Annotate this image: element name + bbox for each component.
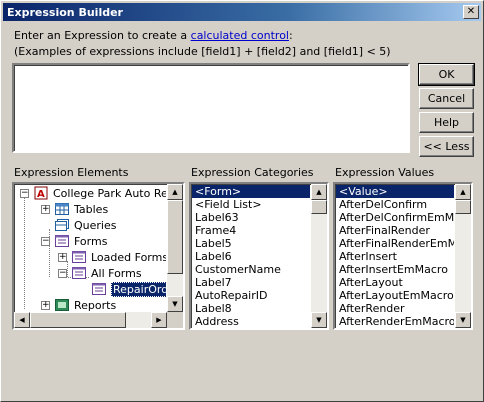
values-items: <Value> AfterDelConfirm AfterDelConfirmEmM… [336, 185, 454, 327]
scroll-right-arrow-icon[interactable]: ▶ [151, 312, 167, 328]
intro-suffix: : [289, 29, 293, 42]
category-item[interactable]: Label5 [192, 237, 310, 250]
category-item[interactable]: <Field List> [192, 198, 310, 211]
tree-label-queries: Queries [74, 218, 117, 232]
tree-item-root[interactable]: − A College Park Auto Repa [20, 185, 166, 201]
less-button[interactable]: << Less [419, 136, 474, 157]
tree-label-reports: Reports [74, 298, 117, 312]
expression-categories-label: Expression Categories [191, 166, 314, 179]
tree-item-tables[interactable]: + Tables [41, 201, 108, 217]
close-button[interactable]: ✕ [463, 5, 479, 19]
category-item[interactable]: Label6 [192, 250, 310, 263]
form-icon [71, 250, 87, 264]
collapse-icon[interactable]: − [20, 188, 29, 198]
value-item[interactable]: AfterDelConfirm [336, 198, 454, 211]
expression-values-label: Expression Values [335, 166, 435, 179]
value-item[interactable]: AfterLayout [336, 276, 454, 289]
tree-label-root: College Park Auto Repa [53, 186, 166, 200]
tree-item-repair-orders[interactable]: RepairOrde [91, 281, 166, 297]
scroll-down-arrow-icon[interactable]: ▼ [311, 312, 327, 328]
query-icon [54, 218, 70, 232]
tree-item-loaded-forms[interactable]: + Loaded Forms [58, 249, 166, 265]
category-item[interactable]: Label63 [192, 211, 310, 224]
value-item[interactable]: AfterInsert [336, 250, 454, 263]
ok-button[interactable]: OK [418, 63, 475, 86]
tree-item-queries[interactable]: Queries [54, 217, 116, 233]
cancel-button[interactable]: Cancel [419, 88, 474, 109]
scrollbar-thumb[interactable] [455, 200, 471, 214]
tree-line [24, 197, 25, 309]
value-item[interactable]: AfterFinalRender [336, 224, 454, 237]
category-item[interactable]: <Form> [192, 185, 310, 198]
form-icon [54, 234, 70, 248]
collapse-icon[interactable]: − [41, 236, 50, 246]
scroll-up-arrow-icon[interactable]: ▲ [455, 184, 471, 200]
tree-label-repair-orders: RepairOrde [111, 281, 166, 297]
elements-vertical-scrollbar[interactable]: ▲ ▼ [167, 184, 183, 312]
intro-line-2: (Examples of expressions include [field1… [14, 45, 391, 58]
scrollbar-thumb[interactable] [167, 200, 183, 274]
form-icon [91, 282, 107, 296]
scrollbar-thumb[interactable] [311, 200, 327, 214]
value-item[interactable]: <Value> [336, 185, 454, 198]
value-item[interactable]: AfterRenderEmMacro [336, 315, 454, 327]
expression-elements-label: Expression Elements [14, 166, 129, 179]
expression-elements-tree[interactable]: − A College Park Auto Repa + Tables Quer… [12, 182, 185, 330]
value-item[interactable]: AfterLayoutEmMacro [336, 289, 454, 302]
intro-line-1: Enter an Expression to create a calculat… [14, 29, 293, 42]
tree-view: − A College Park Auto Repa + Tables Quer… [15, 185, 166, 311]
category-item[interactable]: Frame4 [192, 224, 310, 237]
tree-item-all-forms[interactable]: − All Forms [58, 265, 142, 281]
values-vertical-scrollbar[interactable]: ▲ ▼ [455, 184, 471, 328]
category-item[interactable]: Address [192, 315, 310, 327]
report-icon [54, 298, 70, 311]
value-item[interactable]: AfterFinalRenderEmMacro [336, 237, 454, 250]
category-item[interactable]: Label7 [192, 276, 310, 289]
database-icon: A [33, 186, 49, 200]
expand-icon[interactable]: + [58, 252, 67, 262]
expression-categories-list[interactable]: <Form> <Field List> Label63 Frame4 Label5 Lab… [189, 182, 329, 330]
categories-items: <Form> <Field List> Label63 Frame4 Label5 Lab… [192, 185, 310, 327]
help-button[interactable]: Help [419, 112, 474, 133]
scroll-down-arrow-icon[interactable]: ▼ [455, 312, 471, 328]
calculated-control-link[interactable]: calculated control [191, 29, 289, 42]
expression-input[interactable] [12, 63, 410, 153]
category-item[interactable]: CustomerName [192, 263, 310, 276]
tree-label-loaded-forms: Loaded Forms [91, 250, 166, 264]
table-icon [54, 202, 70, 216]
title-bar[interactable]: Expression Builder ✕ [3, 3, 481, 21]
tree-label-all-forms: All Forms [91, 266, 142, 280]
close-icon: ✕ [466, 6, 476, 17]
window-title: Expression Builder [7, 5, 123, 19]
tree-item-forms[interactable]: − Forms [41, 233, 107, 249]
scroll-up-arrow-icon[interactable]: ▲ [167, 184, 183, 200]
expression-values-list[interactable]: <Value> AfterDelConfirm AfterDelConfirmEmM… [333, 182, 473, 330]
tree-label-tables: Tables [74, 202, 109, 216]
scroll-up-arrow-icon[interactable]: ▲ [311, 184, 327, 200]
categories-vertical-scrollbar[interactable]: ▲ ▼ [311, 184, 327, 328]
svg-text:A: A [37, 189, 45, 200]
collapse-icon[interactable]: − [58, 268, 67, 278]
category-item[interactable]: Label8 [192, 302, 310, 315]
elements-horizontal-scrollbar[interactable]: ◀ ▶ [14, 312, 167, 328]
form-icon [71, 266, 87, 280]
value-item[interactable]: AfterRender [336, 302, 454, 315]
value-item[interactable]: AfterDelConfirmEmMacro [336, 211, 454, 224]
scroll-down-arrow-icon[interactable]: ▼ [167, 296, 183, 312]
intro-prefix: Enter an Expression to create a [14, 29, 191, 42]
scroll-left-arrow-icon[interactable]: ◀ [14, 312, 30, 328]
scrollbar-thumb[interactable] [30, 312, 126, 328]
expand-icon[interactable]: + [41, 204, 50, 214]
expression-builder-window: Expression Builder ✕ Enter an Expression… [0, 0, 484, 402]
tree-label-forms: Forms [74, 234, 108, 248]
value-item[interactable]: AfterInsertEmMacro [336, 263, 454, 276]
category-item[interactable]: AutoRepairID [192, 289, 310, 302]
scrollbar-corner [167, 312, 183, 328]
tree-item-reports[interactable]: + Reports [41, 297, 116, 311]
expand-icon[interactable]: + [41, 300, 50, 310]
